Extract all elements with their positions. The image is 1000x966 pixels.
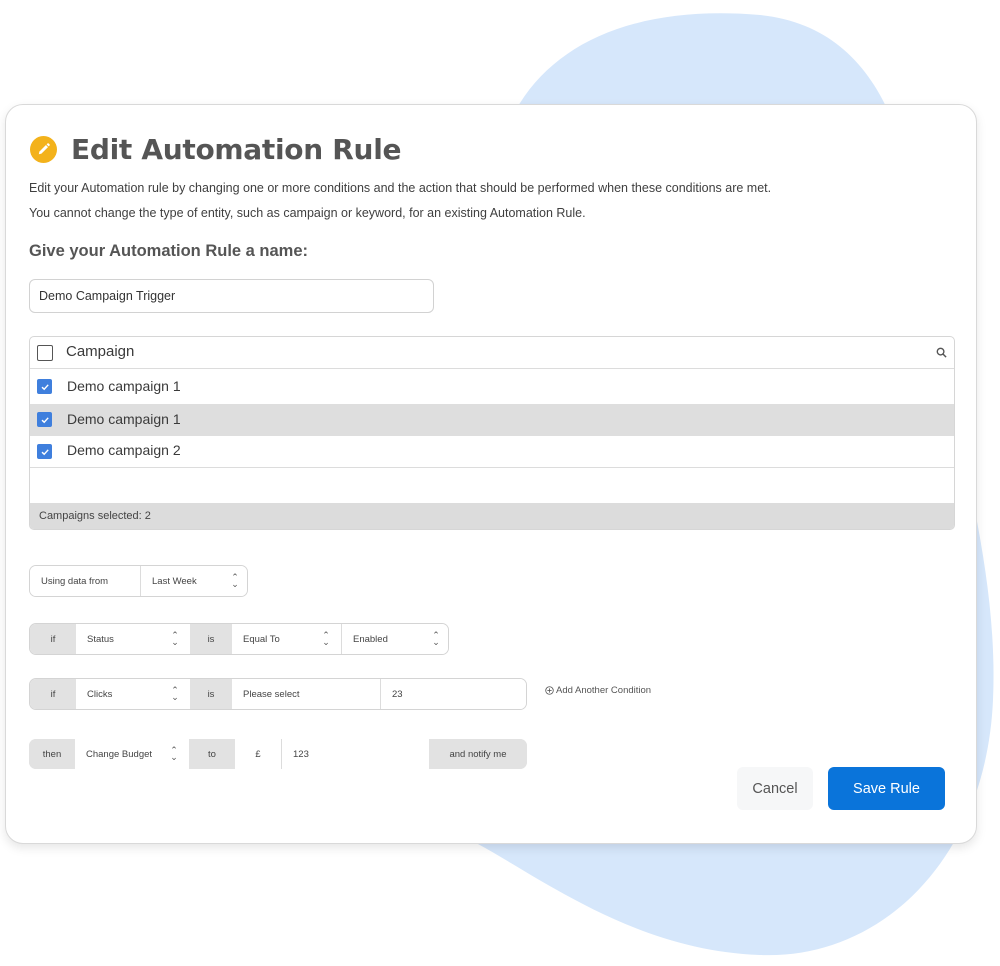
then-label: then — [29, 739, 75, 769]
rule-name-label: Give your Automation Rule a name: — [29, 242, 309, 260]
row-checkbox[interactable] — [37, 379, 52, 394]
chevron-updown-icon: ⌃ ⌄ — [171, 630, 179, 647]
condition-value-input[interactable]: 23 — [380, 679, 526, 709]
description-line-1: Edit your Automation rule by changing on… — [29, 181, 772, 195]
campaign-table: Campaign Demo campaign 1 Demo campaign 1… — [29, 336, 955, 530]
description-line-2: You cannot change the type of entity, su… — [29, 206, 586, 220]
condition-operator-value: Please select — [243, 688, 300, 700]
condition-field-value: Status — [87, 633, 114, 645]
save-rule-button[interactable]: Save Rule — [828, 767, 945, 810]
condition-row-2: if Clicks ⌃ ⌄ is Please select 23 — [29, 678, 527, 710]
campaign-table-header: Campaign — [30, 337, 954, 369]
condition-field-value: Clicks — [87, 688, 113, 700]
cancel-button[interactable]: Cancel — [737, 767, 813, 810]
action-type-value: Change Budget — [86, 748, 153, 760]
campaign-row[interactable]: Demo campaign 2 — [30, 436, 954, 468]
check-icon — [41, 448, 49, 455]
condition-operator-value: Equal To — [243, 633, 280, 645]
chevron-updown-icon: ⌃ ⌄ — [432, 630, 440, 647]
check-icon — [41, 416, 49, 423]
dialog-header: Edit Automation Rule — [30, 133, 401, 166]
chevron-updown-icon: ⌃ ⌄ — [170, 745, 178, 762]
is-label: is — [190, 624, 232, 654]
condition-operator-select[interactable]: Please select — [232, 679, 380, 709]
campaign-name: Demo campaign 1 — [67, 411, 181, 427]
data-range-value: Last Week — [152, 575, 197, 587]
data-range-control: Using data from Last Week ⌃ ⌄ — [29, 565, 248, 597]
if-label: if — [30, 679, 76, 709]
action-row: then Change Budget ⌃ ⌄ to £ 123 and notif… — [29, 739, 527, 769]
pencil-icon — [30, 136, 57, 163]
campaign-row[interactable]: Demo campaign 1 — [30, 404, 954, 436]
edit-rule-dialog: Edit Automation Rule Edit your Automatio… — [5, 104, 977, 844]
campaigns-selected-count: Campaigns selected: 2 — [30, 503, 954, 529]
if-label: if — [30, 624, 76, 654]
campaign-column-header: Campaign — [66, 343, 135, 360]
page-title: Edit Automation Rule — [71, 133, 402, 166]
chevron-updown-icon: ⌃ ⌄ — [171, 685, 179, 702]
select-all-checkbox[interactable] — [37, 345, 53, 361]
to-label: to — [189, 739, 235, 769]
chevron-updown-icon: ⌃ ⌄ — [322, 630, 330, 647]
row-checkbox[interactable] — [37, 412, 52, 427]
search-icon[interactable] — [936, 347, 947, 358]
row-checkbox[interactable] — [37, 444, 52, 459]
chevron-updown-icon: ⌃ ⌄ — [231, 572, 239, 589]
add-condition-button[interactable]: Add Another Condition — [545, 685, 651, 696]
condition-value: Enabled — [353, 633, 388, 645]
action-value-input[interactable]: 123 — [281, 739, 429, 769]
rule-name-input[interactable] — [29, 279, 434, 313]
campaign-row[interactable]: Demo campaign 1 — [30, 369, 954, 404]
campaign-name: Demo campaign 2 — [67, 442, 181, 458]
add-condition-label: Add Another Condition — [556, 685, 652, 696]
condition-value: 23 — [392, 688, 403, 700]
currency-symbol: £ — [235, 739, 281, 769]
check-icon — [41, 383, 49, 390]
notify-label: and notify me — [429, 739, 527, 769]
condition-row-1: if Status ⌃ ⌄ is Equal To ⌃ ⌄ Enabled ⌃ ⌄ — [29, 623, 449, 655]
is-label: is — [190, 679, 232, 709]
campaign-name: Demo campaign 1 — [67, 378, 181, 394]
plus-circle-icon — [545, 686, 554, 695]
action-value: 123 — [293, 748, 309, 760]
data-range-label: Using data from — [30, 566, 140, 596]
